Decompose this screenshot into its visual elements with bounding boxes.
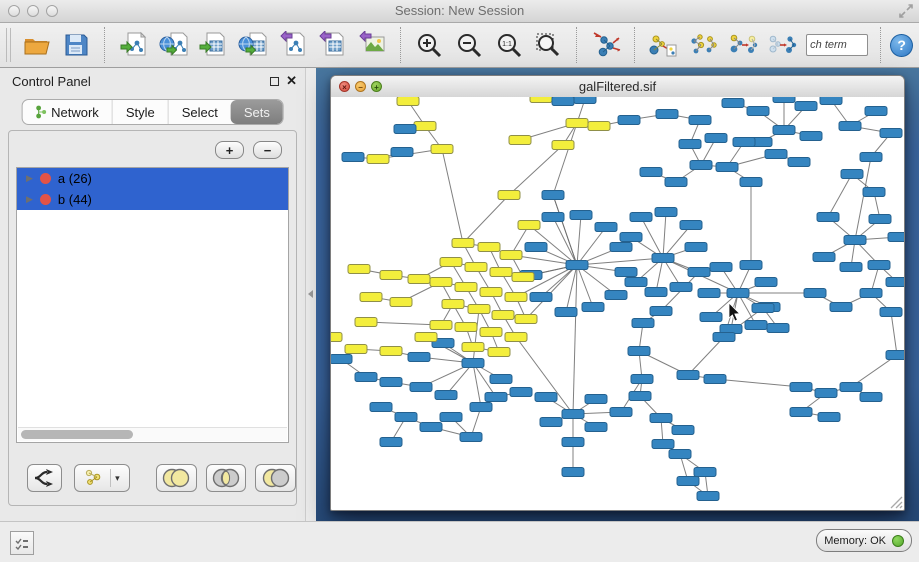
venn-union-icon <box>161 468 191 488</box>
toolbar-separator <box>104 27 106 63</box>
zoom-in-icon[interactable] <box>414 29 446 61</box>
select-from-file-icon[interactable] <box>727 29 759 61</box>
application-window: Session: New Session <box>0 0 919 562</box>
export-image-icon[interactable] <box>356 29 388 61</box>
main-toolbar: 1:1 ? <box>0 23 919 68</box>
close-panel-icon[interactable]: ✕ <box>286 73 297 89</box>
import-network-file-icon[interactable] <box>118 29 150 61</box>
venn-intersection-icon <box>211 468 241 488</box>
svg-text:1:1: 1:1 <box>502 41 512 48</box>
union-button[interactable] <box>156 464 197 492</box>
button-divider <box>110 469 111 487</box>
network-canvas[interactable] <box>331 97 904 510</box>
resize-grip-icon[interactable] <box>890 496 903 509</box>
fullscreen-icon[interactable] <box>899 4 913 18</box>
float-panel-icon[interactable] <box>270 77 279 86</box>
network-desktop: × − + galFiltered.sif <box>316 68 919 522</box>
open-file-icon[interactable] <box>21 29 53 61</box>
add-set-button[interactable]: + <box>215 141 244 159</box>
disclosure-triangle-icon[interactable]: ▶ <box>26 194 33 205</box>
search-input[interactable] <box>806 34 868 56</box>
difference-button[interactable] <box>255 464 296 492</box>
set-row-b[interactable]: ▶ b (44) <box>17 189 288 210</box>
import-network-url-icon[interactable] <box>158 29 190 61</box>
memory-status-badge[interactable]: Memory: OK <box>816 529 912 552</box>
tab-label: Network <box>51 105 99 120</box>
collapse-panel-icon[interactable] <box>308 290 313 298</box>
set-row-a[interactable]: ▶ a (26) <box>17 168 288 189</box>
remove-set-button[interactable]: − <box>253 141 282 159</box>
tab-label: Select <box>182 105 218 120</box>
horizontal-scrollbar[interactable] <box>18 427 287 441</box>
tab-select[interactable]: Select <box>168 100 231 124</box>
export-network-icon[interactable] <box>277 29 309 61</box>
split-set-button[interactable] <box>27 464 62 492</box>
network-view-window[interactable]: × − + galFiltered.sif <box>330 75 905 511</box>
toolbar-separator <box>880 27 882 63</box>
tab-style[interactable]: Style <box>112 100 168 124</box>
titlebar[interactable]: Session: New Session <box>0 0 919 23</box>
hide-selected-icon[interactable] <box>767 29 799 61</box>
tab-label: Style <box>126 105 155 120</box>
apply-preferred-layout-icon[interactable] <box>590 29 622 61</box>
save-session-icon[interactable] <box>61 29 93 61</box>
select-first-neighbors-icon[interactable] <box>648 29 680 61</box>
toolbar-separator <box>576 27 578 63</box>
main-area: Control Panel ✕ Network Style Select Set… <box>0 68 919 522</box>
tab-label: Sets <box>244 105 270 120</box>
control-panel-tabs: Network Style Select Sets <box>21 99 284 125</box>
toolbar-grip <box>6 28 11 62</box>
control-panel-title: Control Panel <box>12 74 91 89</box>
import-table-file-icon[interactable] <box>197 29 229 61</box>
tab-network[interactable]: Network <box>22 100 112 124</box>
toolbar-separator <box>634 27 636 63</box>
task-history-button[interactable] <box>10 531 34 555</box>
network-graph[interactable] <box>331 97 904 509</box>
create-set-from-selection-button[interactable]: ▾ <box>74 464 130 492</box>
sets-list[interactable]: ▶ a (26) ▶ b (44) <box>16 167 289 443</box>
control-panel-header: Control Panel ✕ <box>0 68 305 94</box>
scrollbar-thumb[interactable] <box>21 430 133 439</box>
disclosure-triangle-icon[interactable]: ▶ <box>26 173 33 184</box>
import-table-url-icon[interactable] <box>237 29 269 61</box>
split-arrows-icon <box>33 468 55 488</box>
task-history-icon <box>15 537 29 550</box>
chevron-down-icon[interactable]: ▾ <box>115 473 120 484</box>
set-label: b (44) <box>58 192 92 207</box>
set-color-icon <box>40 194 51 205</box>
zoom-out-icon[interactable] <box>453 29 485 61</box>
set-actions: + − <box>215 141 282 159</box>
set-label: a (26) <box>58 171 92 186</box>
tab-sets[interactable]: Sets <box>231 100 283 124</box>
control-panel: Control Panel ✕ Network Style Select Set… <box>0 68 305 522</box>
help-icon[interactable]: ? <box>890 34 913 57</box>
new-network-from-selection-icon[interactable] <box>687 29 719 61</box>
status-bar: Memory: OK <box>0 521 919 562</box>
network-window-titlebar[interactable]: × − + galFiltered.sif <box>331 76 904 98</box>
memory-ok-icon <box>892 535 904 547</box>
intersection-button[interactable] <box>206 464 247 492</box>
set-operation-buttons: ▾ <box>9 463 296 493</box>
network-tab-icon <box>35 105 46 119</box>
zoom-selected-region-icon[interactable] <box>532 29 564 61</box>
venn-difference-icon <box>261 468 291 488</box>
memory-label: Memory: OK <box>824 535 886 547</box>
zoom-actual-size-icon[interactable]: 1:1 <box>493 29 525 61</box>
sets-panel: + − ▶ a (26) ▶ b (44) <box>8 130 297 506</box>
export-table-icon[interactable] <box>316 29 348 61</box>
nodes-icon <box>84 469 104 487</box>
set-color-icon <box>40 173 51 184</box>
network-window-title: galFiltered.sif <box>331 79 904 94</box>
toolbar-separator <box>400 27 402 63</box>
window-title: Session: New Session <box>0 3 919 18</box>
